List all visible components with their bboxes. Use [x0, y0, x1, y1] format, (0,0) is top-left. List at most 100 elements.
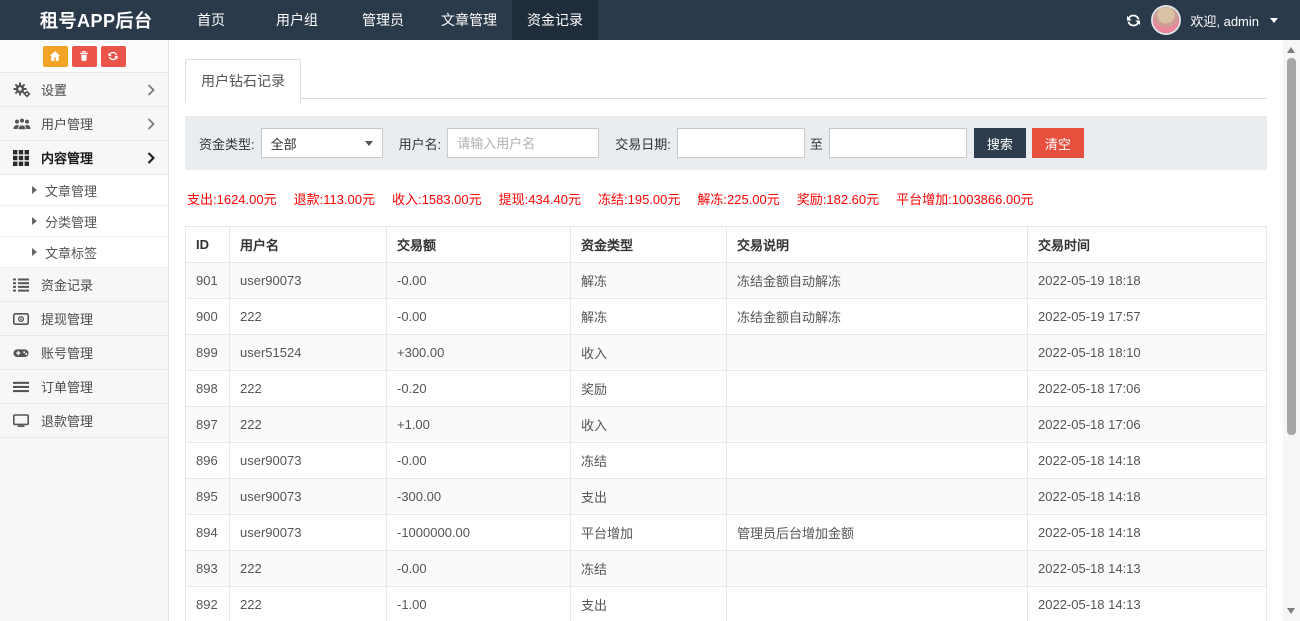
table-cell: 893: [186, 551, 230, 587]
table-row: 900222-0.00解冻冻结金额自动解冻2022-05-19 17:57: [186, 299, 1267, 335]
stat-item: 奖励:182.60元: [797, 192, 879, 207]
clear-button[interactable]: 清空: [1032, 128, 1084, 158]
scroll-up-arrow-icon[interactable]: [1287, 47, 1295, 53]
vertical-scrollbar[interactable]: [1283, 40, 1300, 621]
table-cell: +1.00: [387, 407, 571, 443]
brand-logo[interactable]: 租号APP后台: [0, 0, 168, 40]
sidebar-item[interactable]: 账号管理: [0, 336, 168, 370]
sidebar-subitem[interactable]: 文章标签: [0, 237, 168, 268]
sidebar-item[interactable]: 设置: [0, 73, 168, 107]
table-header-cell: 用户名: [230, 227, 387, 263]
trash-button[interactable]: [72, 46, 97, 67]
table-row: 897222+1.00收入2022-05-18 17:06: [186, 407, 1267, 443]
table-cell: user90073: [230, 515, 387, 551]
table-cell: 222: [230, 371, 387, 407]
side-menu: 设置用户管理内容管理文章管理分类管理文章标签资金记录提现管理账号管理订单管理退款…: [0, 73, 168, 438]
sidebar-item[interactable]: 内容管理: [0, 141, 168, 175]
sidebar-item[interactable]: 提现管理: [0, 302, 168, 336]
table-cell: -0.00: [387, 443, 571, 479]
table-cell: user51524: [230, 335, 387, 371]
table-cell: 2022-05-18 17:06: [1028, 371, 1267, 407]
date-to-label: 至: [810, 134, 823, 153]
welcome-text[interactable]: 欢迎, admin: [1190, 11, 1259, 30]
table-cell: 冻结: [571, 443, 727, 479]
avatar[interactable]: [1153, 7, 1179, 33]
home-button[interactable]: [43, 46, 68, 67]
table-cell: 222: [230, 407, 387, 443]
table-header-cell: ID: [186, 227, 230, 263]
sidebar-item[interactable]: 退款管理: [0, 404, 168, 438]
gamepad-icon: [13, 345, 31, 361]
table-row: 901user90073-0.00解冻冻结金额自动解冻2022-05-19 18…: [186, 263, 1267, 299]
table-cell: 898: [186, 371, 230, 407]
table-cell: [727, 335, 1028, 371]
table-cell: 2022-05-19 17:57: [1028, 299, 1267, 335]
date-end-input[interactable]: [829, 128, 967, 158]
table-cell: 奖励: [571, 371, 727, 407]
sidebar-item-label: 提现管理: [41, 309, 155, 328]
nav-item-1[interactable]: 用户组: [254, 0, 340, 40]
table-row: 893222-0.00冻结2022-05-18 14:13: [186, 551, 1267, 587]
refresh-icon[interactable]: [1125, 12, 1142, 29]
table-cell: -0.20: [387, 371, 571, 407]
username-input[interactable]: [447, 128, 599, 158]
table-cell: [727, 551, 1028, 587]
home-icon: [49, 50, 61, 62]
nav-item-2[interactable]: 管理员: [340, 0, 426, 40]
table-cell: 895: [186, 479, 230, 515]
scroll-thumb[interactable]: [1287, 58, 1296, 435]
triangle-right-icon: [32, 248, 37, 256]
sidebar-item-label: 订单管理: [41, 377, 155, 396]
sidebar-item-label: 内容管理: [41, 148, 147, 167]
table-cell: 901: [186, 263, 230, 299]
table-header-cell: 资金类型: [571, 227, 727, 263]
table-cell: 支出: [571, 587, 727, 621]
quick-buttons: [0, 40, 168, 73]
table-cell: 2022-05-18 17:06: [1028, 407, 1267, 443]
recycle-button[interactable]: [101, 46, 126, 67]
table-cell: +300.00: [387, 335, 571, 371]
nav-item-0[interactable]: 首页: [168, 0, 254, 40]
table-cell: 2022-05-18 18:10: [1028, 335, 1267, 371]
table-row: 895user90073-300.00支出2022-05-18 14:18: [186, 479, 1267, 515]
trash-icon: [78, 50, 90, 62]
scroll-down-arrow-icon[interactable]: [1287, 608, 1295, 614]
sidebar-item[interactable]: 资金记录: [0, 268, 168, 302]
table-row: 894user90073-1000000.00平台增加管理员后台增加金额2022…: [186, 515, 1267, 551]
table-cell: 222: [230, 299, 387, 335]
table-row: 898222-0.20奖励 2022-05-18 17:06: [186, 371, 1267, 407]
fund-type-select[interactable]: 全部: [261, 128, 383, 158]
table-row: 896user90073-0.00冻结2022-05-18 14:18: [186, 443, 1267, 479]
table-cell: 2022-05-18 14:18: [1028, 515, 1267, 551]
lines-icon: [13, 379, 31, 395]
trade-date-label: 交易日期:: [615, 134, 671, 153]
table-header-cell: 交易额: [387, 227, 571, 263]
caret-down-icon: [1270, 18, 1278, 23]
table-cell: 支出: [571, 479, 727, 515]
username-label: 用户名:: [399, 134, 442, 153]
sidebar-item-label: 退款管理: [41, 411, 155, 430]
table-cell: 899: [186, 335, 230, 371]
tab-bar: 用户钻石记录: [185, 58, 1267, 99]
table-cell: 冻结: [571, 551, 727, 587]
sidebar-item[interactable]: 用户管理: [0, 107, 168, 141]
sidebar-item-label: 账号管理: [41, 343, 155, 362]
top-navbar: 租号APP后台 首页用户组管理员文章管理资金记录 欢迎, admin: [0, 0, 1300, 40]
stat-item: 退款:113.00元: [294, 192, 375, 207]
monitor-icon: [13, 413, 31, 429]
filter-bar: 资金类型: 全部 用户名: 交易日期: 至 搜索 清空: [185, 116, 1267, 170]
list-icon: [13, 277, 31, 293]
table-cell: [727, 479, 1028, 515]
table-cell: -1000000.00: [387, 515, 571, 551]
sidebar-subitem[interactable]: 分类管理: [0, 206, 168, 237]
gears-icon: [13, 82, 31, 98]
nav-item-4[interactable]: 资金记录: [512, 0, 598, 40]
tab-user-diamond-records[interactable]: 用户钻石记录: [185, 59, 301, 103]
sidebar-item[interactable]: 订单管理: [0, 370, 168, 404]
records-table: ID用户名交易额资金类型交易说明交易时间 901user90073-0.00解冻…: [185, 226, 1267, 621]
sidebar-subitem[interactable]: 文章管理: [0, 175, 168, 206]
search-button[interactable]: 搜索: [974, 128, 1026, 158]
nav-item-3[interactable]: 文章管理: [426, 0, 512, 40]
date-start-input[interactable]: [677, 128, 805, 158]
table-cell: 2022-05-18 14:13: [1028, 587, 1267, 621]
